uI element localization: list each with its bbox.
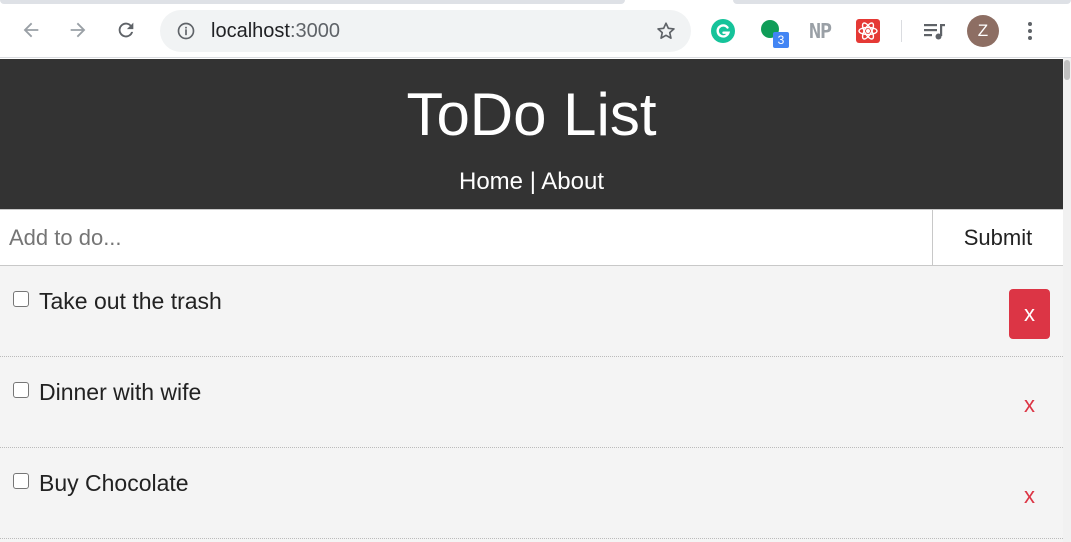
reload-button[interactable] — [111, 15, 141, 45]
bookmark-star-icon[interactable] — [655, 20, 677, 42]
todo-item: Dinner with wife x — [0, 357, 1063, 448]
browser-toolbar: localhost:3000 3 NP Z — [0, 6, 1071, 58]
profile-avatar[interactable]: Z — [967, 15, 999, 47]
url-text: localhost:3000 — [211, 21, 340, 41]
delete-todo-button[interactable]: x — [1009, 380, 1050, 430]
add-todo-input[interactable] — [0, 209, 933, 266]
nav-link-home[interactable]: Home — [459, 168, 523, 195]
submit-button[interactable]: Submit — [933, 209, 1063, 266]
delete-todo-button[interactable]: x — [1009, 289, 1050, 339]
menu-dot-icon — [1028, 36, 1032, 40]
reload-icon — [118, 22, 134, 38]
todo-item: Buy Chocolate x — [0, 448, 1063, 539]
forward-arrow-icon — [70, 22, 86, 38]
active-tab-edge[interactable] — [0, 0, 625, 4]
todo-checkbox[interactable] — [13, 291, 29, 307]
back-arrow-icon — [23, 22, 39, 38]
browser-menu-button[interactable] — [1020, 18, 1040, 44]
react-devtools-extension[interactable] — [855, 18, 881, 44]
toolbar-separator — [901, 20, 902, 42]
address-bar[interactable]: localhost:3000 — [160, 10, 691, 52]
inactive-tab-edge[interactable] — [733, 0, 1071, 4]
todo-title: Buy Chocolate — [39, 470, 189, 496]
todo-title: Dinner with wife — [39, 379, 202, 405]
playlist-music-icon — [924, 24, 945, 40]
todo-checkbox[interactable] — [13, 382, 29, 398]
add-todo-form: Submit — [0, 209, 1063, 266]
grammarly-icon — [711, 19, 735, 43]
site-info-icon[interactable] — [176, 21, 196, 41]
page-scrollbar[interactable] — [1063, 58, 1071, 542]
menu-dot-icon — [1028, 22, 1032, 26]
back-button[interactable] — [16, 15, 46, 45]
url-port: :3000 — [289, 20, 340, 42]
react-atom-icon — [856, 19, 880, 43]
forward-button[interactable] — [63, 15, 93, 45]
np-extension[interactable]: NP — [806, 18, 834, 44]
todo-list: Take out the trash x Dinner with wife x … — [0, 266, 1063, 539]
todo-checkbox[interactable] — [13, 473, 29, 489]
np-label: NP — [808, 19, 832, 43]
page-content: ToDo List Home | About Submit Take out t… — [0, 59, 1063, 542]
extension-badge: 3 — [773, 32, 789, 48]
scrollbar-thumb[interactable] — [1064, 60, 1070, 80]
todo-title: Take out the trash — [39, 288, 222, 314]
url-host: localhost — [211, 20, 290, 42]
media-controls-button[interactable] — [921, 18, 947, 44]
page-title: ToDo List — [406, 81, 657, 148]
chat-extension[interactable]: 3 — [758, 18, 789, 48]
delete-todo-button[interactable]: x — [1009, 471, 1050, 521]
grammarly-extension[interactable] — [710, 18, 736, 44]
nav-link-about[interactable]: About — [541, 168, 604, 195]
todo-item: Take out the trash x — [0, 266, 1063, 357]
header-nav: Home | About — [0, 167, 1063, 197]
app-header: ToDo List Home | About — [0, 59, 1063, 209]
menu-dot-icon — [1028, 29, 1032, 33]
nav-separator: | — [523, 168, 542, 195]
